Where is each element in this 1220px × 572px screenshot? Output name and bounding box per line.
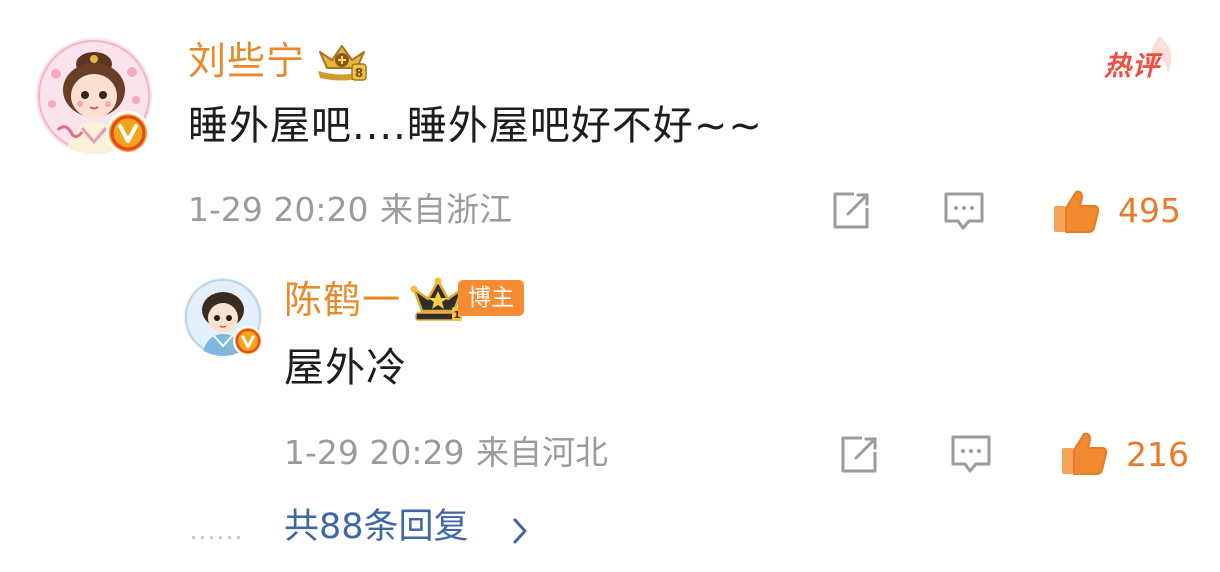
thumbs-up-icon	[1054, 190, 1100, 233]
share-icon[interactable]	[830, 190, 872, 232]
more-replies-dots: ......	[190, 520, 244, 545]
comment: 刘些宁 8 热评 睡外屋吧....睡外屋吧好不好~~ 1-29 20:20 来自…	[0, 0, 1220, 245]
reply-text: 屋外冷	[284, 345, 407, 391]
comment-date: 1-29 20:20	[188, 190, 369, 229]
hot-tag-label: 热评	[1104, 51, 1160, 82]
commenter-username[interactable]: 刘些宁	[188, 42, 305, 80]
blogger-badge: 博主	[458, 280, 524, 316]
gold-level-badge-icon: 8	[312, 38, 372, 82]
like-button[interactable]: 495	[1052, 188, 1188, 234]
reply: 陈鹤一 1 博主 屋外冷 1-29 20:29 来自河北 216	[0, 260, 1220, 480]
reply-date: 1-29 20:29	[284, 433, 465, 472]
more-replies-link[interactable]: 共88条回复	[284, 507, 527, 554]
like-button[interactable]: 216	[1060, 430, 1189, 476]
svg-text:8: 8	[355, 66, 363, 80]
hot-comment-tag: 热评	[1100, 30, 1182, 82]
like-count: 495	[1118, 191, 1181, 230]
comment-text: 睡外屋吧....睡外屋吧好不好~~	[188, 103, 763, 149]
replier-username[interactable]: 陈鹤一	[284, 281, 401, 319]
verified-v-icon	[233, 326, 263, 356]
like-count: 216	[1126, 435, 1189, 474]
more-replies-label: 共88条回复	[284, 507, 469, 547]
comment-icon[interactable]	[943, 191, 985, 233]
comment-icon[interactable]	[950, 434, 992, 476]
reply-location: 来自河北	[476, 433, 608, 472]
thumbs-up-icon	[1062, 432, 1108, 475]
share-icon[interactable]	[838, 434, 880, 476]
comment-location: 来自浙江	[380, 190, 512, 229]
chevron-right-icon	[513, 518, 527, 544]
verified-v-icon	[106, 111, 150, 155]
